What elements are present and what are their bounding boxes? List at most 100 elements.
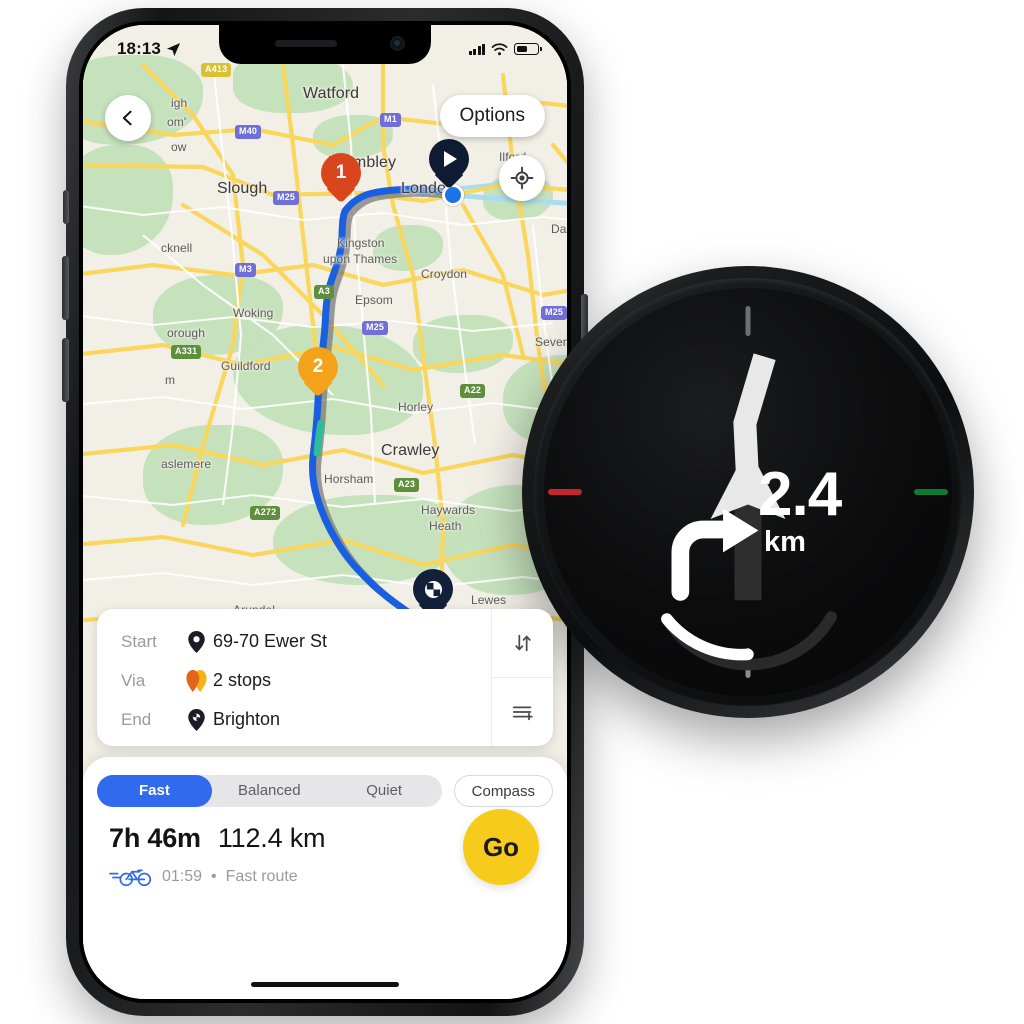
start-pin-icon	[179, 630, 213, 653]
phone-screen: WatfordWembleySloughLondonIlfordDartford…	[83, 25, 567, 999]
compass-button[interactable]: Compass	[453, 775, 553, 807]
crosshair-icon	[510, 166, 534, 190]
segment-fast[interactable]: Fast	[97, 775, 212, 807]
watch-graphics	[661, 353, 837, 671]
map-place-label: igh	[171, 96, 188, 110]
map-place-label: cknell	[161, 241, 193, 255]
route-summary: 7h 46m 112.4 km 01:59 • Fast route	[109, 823, 326, 887]
map-place-label: Watford	[303, 85, 360, 102]
swap-arrows-icon	[514, 634, 531, 652]
map-place-label: aslemere	[161, 457, 212, 471]
map-road-shield: M1	[380, 113, 401, 127]
route-summary-main: 7h 46m 112.4 km	[109, 823, 326, 854]
compass-label: Compass	[471, 782, 535, 800]
locate-button[interactable]	[499, 155, 545, 201]
map-place-label: Heath	[429, 519, 462, 533]
map-place-label: ow	[171, 140, 187, 154]
map-road-shield: A3	[314, 285, 334, 299]
map-place-label: Croydon	[421, 267, 468, 281]
map-road-shield: A331	[171, 345, 202, 359]
route-row-start[interactable]: Start 69-70 Ewer St	[121, 622, 491, 661]
map-road-shield: M40	[235, 125, 262, 139]
options-button[interactable]: Options	[439, 95, 545, 137]
waypoint-pin-2[interactable]: 2	[298, 347, 338, 399]
phone-notch	[219, 25, 431, 64]
watch-distance: 2.4 km	[758, 464, 842, 557]
map-place-label: Epsom	[355, 293, 393, 307]
scene: WatfordWembleySloughLondonIlfordDartford…	[0, 0, 1024, 1024]
route-preference-controls: Fast Balanced Quiet Compass	[97, 775, 553, 807]
map-road-shield: M3	[235, 263, 256, 277]
route-row-via[interactable]: Via 2 stops	[121, 661, 491, 700]
waypoint-pin-1[interactable]: 1	[321, 153, 361, 205]
via-pin-icon	[179, 669, 213, 692]
route-distance: 112.4 km	[217, 823, 326, 853]
earpiece-speaker	[275, 40, 337, 47]
route-card-actions	[491, 609, 553, 746]
watch-bezel: 2.4 km	[534, 278, 962, 706]
home-indicator	[251, 982, 399, 987]
map-road-shield: A413	[201, 63, 232, 77]
back-button[interactable]	[105, 95, 151, 141]
map-place-label: Slough	[217, 180, 268, 197]
map-road-shield: M25	[362, 321, 389, 335]
phone-device: WatfordWembleySloughLondonIlfordDartford…	[62, 8, 588, 1016]
add-stop-button[interactable]	[492, 677, 553, 746]
waypoint-pin-label: 2	[312, 356, 324, 377]
smartwatch-device: 2.4 km	[522, 266, 974, 718]
route-card: Start 69-70 Ewer St Via 2 stops End Brig…	[97, 609, 553, 746]
watch-distance-value: 2.4	[758, 460, 842, 529]
volume-down-button[interactable]	[62, 338, 69, 402]
map-road-shield: A22	[460, 384, 486, 398]
route-type: Fast route	[225, 868, 298, 885]
start-pin[interactable]	[429, 139, 469, 191]
route-summary-sub: 01:59 • Fast route	[109, 867, 325, 887]
bicycle-icon	[109, 869, 152, 887]
route-row-end[interactable]: End Brighton	[121, 700, 491, 739]
route-separator: •	[211, 868, 217, 885]
map-place-label: orough	[167, 326, 205, 340]
silent-switch[interactable]	[63, 190, 69, 224]
front-camera	[390, 36, 405, 51]
map-place-label: m	[165, 373, 176, 387]
map-place-label: Lewes	[471, 593, 507, 607]
route-row-value: Brighton	[213, 709, 281, 729]
progress-arc-icon	[661, 613, 754, 661]
map-place-label: Guildford	[221, 359, 271, 373]
segment-balanced[interactable]: Balanced	[212, 775, 327, 807]
segment-quiet[interactable]: Quiet	[327, 775, 442, 807]
map-place-label: Dartford	[551, 222, 567, 236]
map-road-shield: M25	[273, 191, 300, 205]
route-row-value: 69-70 Ewer St	[213, 631, 328, 651]
phone-bezel: WatfordWembleySloughLondonIlfordDartford…	[79, 21, 571, 1003]
route-card-rows: Start 69-70 Ewer St Via 2 stops End Brig…	[97, 609, 491, 746]
map-road-shield: A23	[394, 478, 420, 492]
map-road-shield: A272	[250, 506, 281, 520]
route-row-label: Via	[121, 670, 146, 690]
add-stop-icon	[512, 706, 533, 721]
play-icon	[429, 139, 469, 179]
map-place-label: Woking	[233, 306, 274, 320]
finish-flag-icon	[413, 569, 453, 609]
map-place-label: Kingston	[337, 236, 385, 250]
chevron-left-icon	[122, 110, 132, 126]
watch-navigation-screen[interactable]: 2.4 km	[544, 288, 952, 696]
end-pin-icon	[179, 708, 213, 731]
route-preference-segmented-control[interactable]: Fast Balanced Quiet	[97, 775, 442, 807]
map-place-label: Horley	[398, 400, 434, 414]
map-place-label: upon Thames	[323, 252, 398, 266]
map-place-label: Haywards	[421, 503, 476, 517]
volume-up-button[interactable]	[62, 256, 69, 320]
map-place-label: Horsham	[324, 472, 374, 486]
swap-endpoints-button[interactable]	[492, 609, 553, 677]
waypoint-pin-label: 1	[335, 162, 347, 183]
route-eta: 01:59	[162, 868, 203, 885]
go-button[interactable]: Go	[463, 809, 539, 885]
map-place-label: Crawley	[381, 442, 440, 459]
route-row-value: 2 stops	[213, 670, 272, 690]
route-row-label: Start	[121, 631, 157, 651]
map-place-label: om'	[167, 115, 187, 129]
options-label: Options	[459, 105, 525, 126]
bottom-sheet: Start 69-70 Ewer St Via 2 stops End Brig…	[83, 609, 567, 999]
go-label: Go	[482, 831, 520, 862]
